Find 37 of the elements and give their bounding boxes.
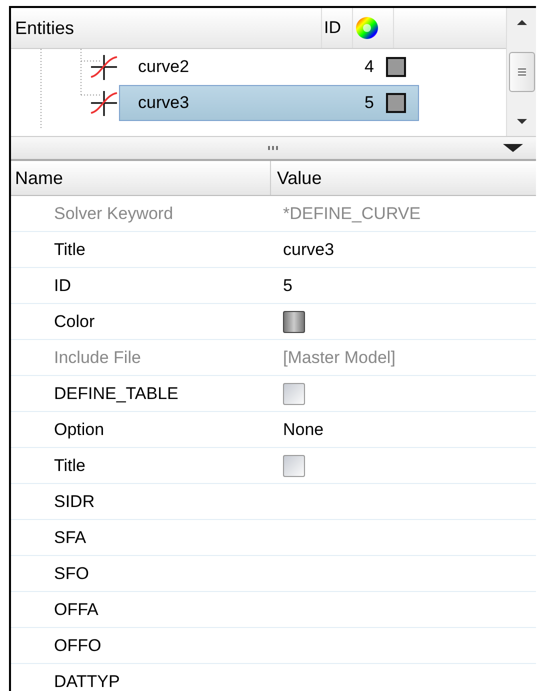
property-name: Title [54,456,86,476]
scrollbar-thumb[interactable] [508,52,534,92]
property-name: Title [54,240,86,260]
property-name: ID [54,276,72,296]
property-name: Option [54,420,106,440]
column-header[interactable]: Name [11,161,271,195]
tree-item[interactable]: curve2 4 [119,49,419,85]
property-name: SFO [54,564,90,584]
curve-icon [89,89,119,117]
column-header[interactable]: ID [322,8,353,48]
grip-icon[interactable] [266,145,280,151]
column-header[interactable]: Value [271,161,322,195]
scroll-up-icon[interactable] [516,18,528,26]
property-name: DATTYP [54,672,121,691]
dropdown-arrow-icon[interactable] [502,143,524,153]
property-name: Solver Keyword [54,204,174,224]
scrollbar[interactable] [506,8,536,136]
property-name: Color [54,312,96,332]
property-value[interactable]: None [283,420,324,440]
property-name: SFA [54,528,88,548]
property-value[interactable]: 5 [283,276,292,296]
property-name: OFFA [54,600,100,620]
curve-icon [89,53,119,81]
column-header[interactable]: Entities [11,8,322,48]
color-swatch[interactable] [386,57,406,77]
tree-item[interactable]: curve3 5 [119,85,419,121]
color-wheel-icon [355,16,379,40]
property-name: SIDR [54,492,96,512]
property-name: OFFO [54,636,102,656]
property-name: Include File [54,348,142,368]
checkbox[interactable] [283,382,305,404]
property-value[interactable]: curve3 [283,240,334,260]
property-name: DEFINE_TABLE [54,384,180,404]
scroll-down-icon[interactable] [516,118,528,126]
color-swatch[interactable] [386,93,406,113]
color-swatch[interactable] [283,310,305,332]
checkbox[interactable] [283,454,305,476]
